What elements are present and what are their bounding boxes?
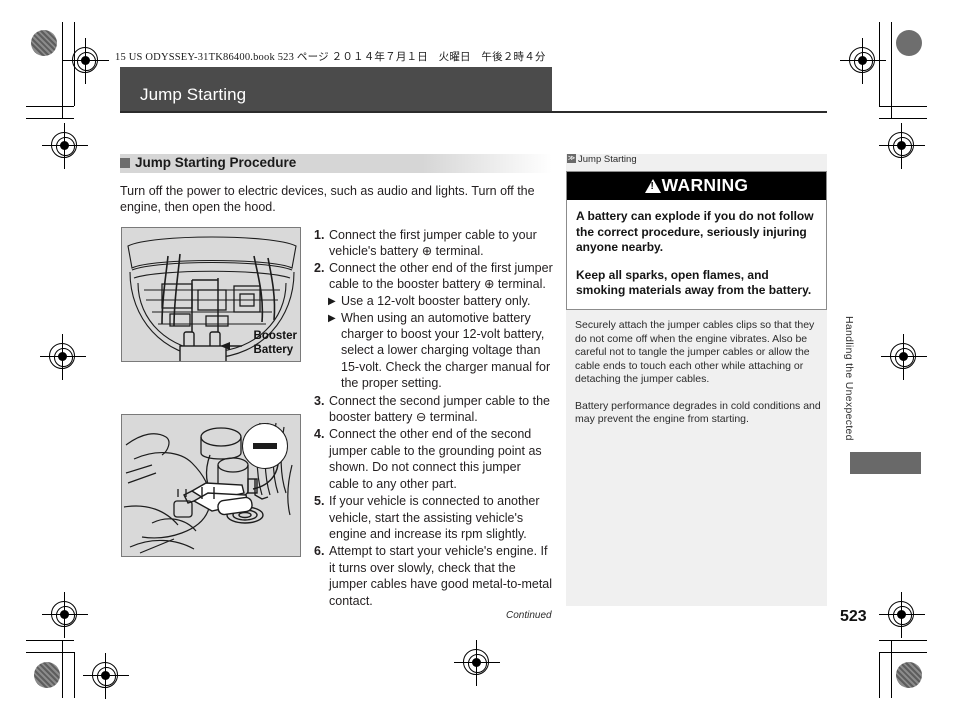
step-number: 3.: [314, 393, 325, 408]
warning-box: WARNING A battery can explode if you do …: [566, 171, 827, 310]
registration-mark-right-mid: [881, 334, 927, 380]
registration-mark-left-mid: [40, 334, 86, 380]
step-number: 4.: [314, 427, 325, 442]
figure-grounding-point: [121, 414, 301, 557]
list-item: 5. If your vehicle is connected to anoth…: [314, 493, 554, 542]
list-item-sub: ▶ Use a 12-volt booster battery only.: [328, 293, 554, 310]
manual-page: 15 US ODYSSEY-31TK86400.book 523 ページ ２０１…: [0, 0, 954, 718]
page-number: 523: [840, 608, 867, 625]
procedure-steps-list: 1. Connect the first jumper cable to you…: [314, 227, 554, 609]
warning-header: WARNING: [567, 172, 826, 200]
warning-triangle-icon: [644, 179, 661, 193]
procedure-heading-label: Jump Starting Procedure: [135, 155, 297, 170]
chapter-edge-label: Handling the Unexpected: [843, 316, 855, 441]
registration-mark: [63, 38, 109, 84]
warning-paragraph: Keep all sparks, open flames, and smokin…: [576, 267, 812, 298]
sidebar-reference-label: Jump Starting: [578, 154, 637, 165]
registration-mark: [879, 123, 925, 169]
procedure-heading-band: Jump Starting Procedure: [120, 154, 552, 173]
manual-reference-icon: ≫: [567, 154, 576, 163]
step-number: 6.: [314, 544, 325, 559]
triangle-right-icon: ▶: [328, 295, 336, 307]
warning-paragraph: A battery can explode if you do not foll…: [576, 209, 814, 254]
sub-text: When using an automotive battery charger…: [341, 310, 551, 391]
step-text: Connect the first jumper cable to your v…: [329, 228, 537, 259]
left-column: Jump Starting Procedure Turn off the pow…: [120, 154, 553, 608]
figure-engine-bay: Booster Battery: [121, 227, 301, 362]
step-text: Connect the other end of the second jump…: [329, 427, 542, 491]
print-file-header: 15 US ODYSSEY-31TK86400.book 523 ページ ２０１…: [115, 52, 546, 63]
registration-mark: [879, 592, 925, 638]
registration-mark-bottom-mid: [454, 640, 500, 686]
step-number: 5.: [314, 494, 325, 509]
step-number: 1.: [314, 228, 325, 242]
continued-label: Continued: [506, 610, 552, 621]
warning-body: A battery can explode if you do not foll…: [567, 200, 826, 309]
step-text: If your vehicle is connected to another …: [329, 494, 540, 541]
negative-terminal-callout: [242, 423, 288, 469]
step-text: Connect the other end of the first jumpe…: [329, 260, 553, 292]
step-text: Connect the second jumper cable to the b…: [329, 393, 550, 425]
section-title-bar: Jump Starting: [120, 67, 552, 112]
registration-mark: [42, 123, 88, 169]
sub-text: Use a 12-volt booster battery only.: [341, 293, 531, 308]
title-rule: [120, 111, 827, 113]
booster-battery-label: Booster Battery: [253, 330, 297, 356]
registration-mark: [42, 592, 88, 638]
triangle-right-icon: ▶: [328, 312, 336, 324]
list-item-sub: ▶ When using an automotive battery charg…: [328, 310, 554, 392]
list-item: 2. Connect the other end of the first ju…: [314, 260, 554, 293]
warning-title: WARNING: [661, 175, 749, 195]
square-bullet-icon: [120, 158, 130, 168]
list-item: 3. Connect the second jumper cable to th…: [314, 393, 554, 426]
sidebar-reference-header: ≫ Jump Starting: [566, 154, 827, 171]
registration-mark: [840, 38, 886, 84]
page-title: Jump Starting: [140, 85, 247, 104]
chapter-edge-tab: [850, 452, 921, 474]
step-text: Attempt to start your vehicle's engine. …: [329, 544, 553, 608]
minus-icon: [253, 443, 277, 449]
list-item: 4. Connect the other end of the second j…: [314, 426, 554, 492]
sidebar-panel: ≫Jump Starting WARNING A battery can exp…: [566, 154, 827, 606]
sidebar-notes: Securely attach the jumper cables clips …: [575, 319, 821, 440]
list-item: 1. Connect the first jumper cable to you…: [314, 227, 554, 260]
registration-mark: [83, 653, 129, 699]
sidebar-note: Securely attach the jumper cables clips …: [575, 319, 815, 385]
intro-paragraph: Turn off the power to electric devices, …: [120, 184, 535, 214]
list-item: 6. Attempt to start your vehicle's engin…: [314, 543, 554, 609]
sidebar-note: Battery performance degrades in cold con…: [575, 399, 821, 426]
step-number: 2.: [314, 260, 325, 275]
